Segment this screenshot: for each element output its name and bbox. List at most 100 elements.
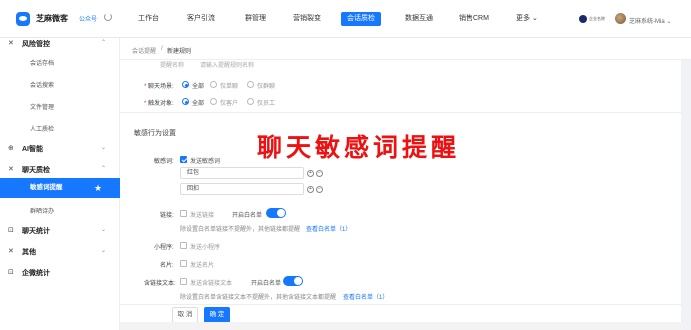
stats-icon: ⊡ [8,227,14,234]
account-type-switch[interactable]: 公众号 [79,14,97,23]
divider [120,112,681,113]
scene-radio-group[interactable] [247,81,254,88]
scene-option-group: 仅群聊 [257,84,276,90]
section-title: 敏感行为设置 [134,130,176,137]
breadcrumb-parent[interactable]: 会话提醒 [132,46,156,55]
nav-group-management[interactable]: 群管理 [245,12,266,26]
breadcrumb-separator: / [161,46,163,52]
link-text-checkbox[interactable] [180,278,187,285]
card-checkbox[interactable] [180,260,187,267]
sidebar-group-label: 聊天质检 [22,167,50,174]
chat-scene-label: * 聊天场景: [144,84,174,90]
link-whitelist-link[interactable]: 查看白名单（1） [306,224,351,233]
sidebar-item-manual-qc[interactable]: 人工质检 [0,124,120,133]
target-radio-customer[interactable] [210,98,217,105]
mini-program-label: 小程序: [154,245,174,251]
add-keyword-icon[interactable]: + [307,170,314,177]
scene-radio-all[interactable] [182,81,189,88]
chat-qc-icon: ✕ [8,166,14,173]
sensitive-word-checkbox[interactable] [180,156,187,163]
link-text-whitelist-label: 开启白名单 [251,281,282,287]
nav-sales-crm[interactable]: 销售CRM [459,12,489,26]
sidebar-group-label: 其他 [22,249,36,256]
brand-name: 芝麻微客 [36,14,68,23]
target-radio-employee[interactable] [247,98,254,105]
nav-marketing-fission[interactable]: 营销裂变 [293,12,321,26]
target-option-employee: 仅员工 [257,101,276,107]
sidebar-item-session-archive[interactable]: 会话存档 [0,58,120,67]
chevron-up-icon: ⌃ [101,166,107,172]
link-text-whitelist-toggle[interactable] [283,276,303,286]
avatar[interactable] [615,13,626,24]
add-keyword-icon[interactable]: + [307,186,314,193]
sensitive-word-label: 敏感词: [154,159,174,165]
star-icon[interactable]: ★ [94,178,102,198]
rule-form-panel: 提醒名称 请输入提醒规则名称 * 聊天场景: 全部 仅单聊 仅群聊 * 触发对象… [120,60,681,330]
chevron-down-icon: ⌄ [101,145,107,151]
nav-customer-acquisition[interactable]: 客户引流 [187,12,215,26]
nav-more[interactable]: 更多 ⌄ [516,12,538,26]
wecom-stats-icon: ⊡ [8,269,14,276]
sidebar-group-label: AI智能 [22,146,43,153]
user-menu[interactable]: 芝麻系统-Mia ⌄ [629,16,671,25]
target-radio-all[interactable] [182,98,189,105]
link-text-check-label: 发送含链接文本 [190,281,233,287]
risk-icon: ✕ [8,40,14,47]
remove-keyword-icon[interactable]: − [316,170,323,177]
nav-data-exchange[interactable]: 数据互通 [405,12,433,26]
ai-icon: ⊕ [8,145,14,152]
link-checkbox[interactable] [180,210,187,217]
mini-program-checkbox[interactable] [180,242,187,249]
horizontal-scrollbar[interactable] [120,322,683,330]
scene-option-single: 仅单聊 [220,84,239,90]
link-label: 链接: [160,213,174,219]
breadcrumb: 会话提醒 / 新建规则 [120,38,691,60]
link-hint: 除设置白名单链接不提醒外，其他链接都提醒 [180,227,301,233]
power-icon[interactable] [104,13,112,21]
card-label: 名片: [160,263,174,269]
top-bar: 芝麻微客 公众号 工作台 客户引流 群管理 营销裂变 会话质检 数据互通 销售C… [0,0,691,38]
breadcrumb-current: 新建规则 [167,49,192,55]
card-check-label: 发送名片 [190,263,215,269]
sidebar-item-sensitive-word-alert[interactable]: 敏感词提醒 ★ [0,178,120,198]
overlay-title: 聊天敏感词提醒 [257,133,461,162]
trigger-target-label: * 触发对象: [144,101,174,107]
sensitive-word-check-label: 发送敏感词 [190,159,221,165]
keyword-input-2[interactable]: 回扣 [180,183,304,195]
scene-radio-single[interactable] [210,81,217,88]
sidebar-item-file-management[interactable]: 文件管理 [0,102,120,111]
vertical-scrollbar[interactable] [683,60,691,330]
link-text-whitelist-link[interactable]: 查看白名单（1） [343,292,388,301]
target-option-customer: 仅客户 [220,101,239,107]
sidebar: ✕ 风险管控 ⌃ 会话存档 会话搜索 文件管理 人工质检 ⊕ AI智能 ⌄ ✕ … [0,38,120,330]
other-icon: ✕ [8,248,14,255]
chevron-down-icon: ⌄ [101,248,107,254]
nav-workbench[interactable]: 工作台 [138,12,159,26]
link-whitelist-label: 开启白名单 [232,213,263,219]
link-whitelist-toggle[interactable] [266,208,286,218]
sidebar-item-session-search[interactable]: 会话搜索 [0,80,120,89]
confirm-button[interactable]: 确 定 [204,307,230,323]
sidebar-item-label: 敏感词提醒 [30,184,63,191]
keyword-input-1[interactable]: 红包 [180,167,304,179]
link-text-label: 含链接文本: [144,281,176,287]
cancel-button[interactable]: 取 消 [172,307,198,323]
nav-session-qc[interactable]: 会话质检 [341,12,381,26]
org-icon [579,15,587,23]
sidebar-group-label: 企微统计 [22,270,50,277]
target-option-all: 全部 [192,101,205,107]
brand-logo-icon[interactable] [16,12,30,26]
chevron-down-icon: ⌄ [101,227,107,233]
link-check-label: 发送链接 [190,213,215,219]
remove-keyword-icon[interactable]: − [316,186,323,193]
org-name: 企业名称 [589,16,605,21]
rule-name-input[interactable]: 请输入提醒规则名称 [200,60,254,69]
chevron-up-icon: ⌃ [101,40,107,46]
sidebar-group-label: 聊天统计 [22,228,50,235]
sidebar-item-group-poem[interactable]: 群晒诗办 [0,206,120,215]
divider [120,304,681,305]
scene-option-all: 全部 [192,84,205,90]
sidebar-group-label: 风险管控 [22,41,50,48]
rule-name-label: 提醒名称 [160,63,185,69]
link-text-hint: 除设置白名单含链接文本不提醒外，其他含链接文本都提醒 [180,295,337,301]
